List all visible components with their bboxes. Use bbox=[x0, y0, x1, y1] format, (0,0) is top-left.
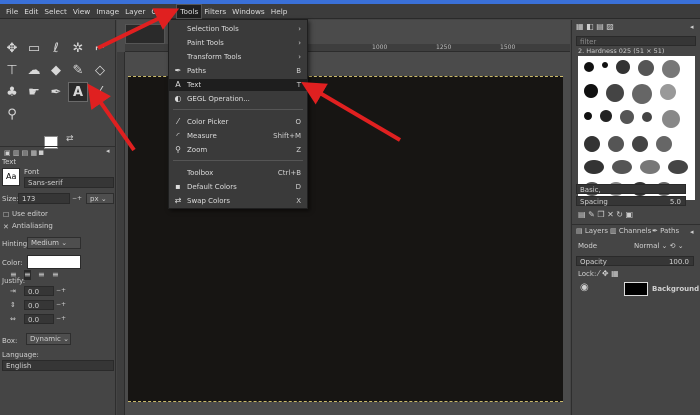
arrow-to-text-tool bbox=[87, 83, 136, 152]
annotation-arrows bbox=[87, 8, 402, 152]
arrow-to-tools-menu bbox=[97, 8, 180, 50]
arrow-to-text-menu-item bbox=[301, 81, 402, 142]
